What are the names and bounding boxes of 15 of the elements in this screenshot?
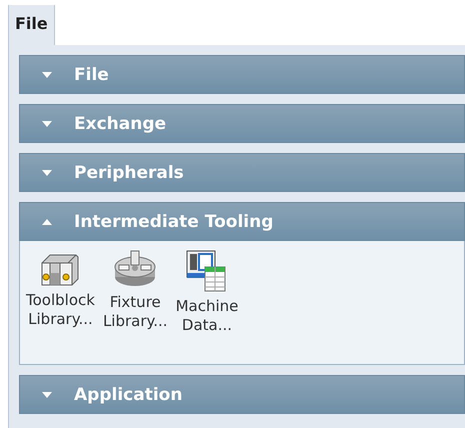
section-title: Exchange: [74, 114, 166, 134]
tool-button[interactable]: Toolblock Library...: [24, 249, 97, 360]
section-header[interactable]: Intermediate Tooling: [19, 202, 465, 241]
tab[interactable]: File: [8, 5, 55, 45]
section-title: File: [74, 64, 109, 84]
section-header[interactable]: Application: [19, 375, 465, 414]
section-title: Application: [74, 384, 182, 404]
section-header[interactable]: Exchange: [19, 104, 465, 143]
section-title: Peripherals: [74, 162, 184, 182]
tool-button[interactable]: Machine Data...: [174, 249, 240, 360]
tool-button[interactable]: Fixture Library...: [100, 249, 170, 360]
fixture-icon: [113, 249, 158, 289]
section-header[interactable]: Peripherals: [19, 153, 465, 192]
section-title: Intermediate Tooling: [74, 212, 274, 232]
section-header[interactable]: File: [19, 55, 465, 94]
